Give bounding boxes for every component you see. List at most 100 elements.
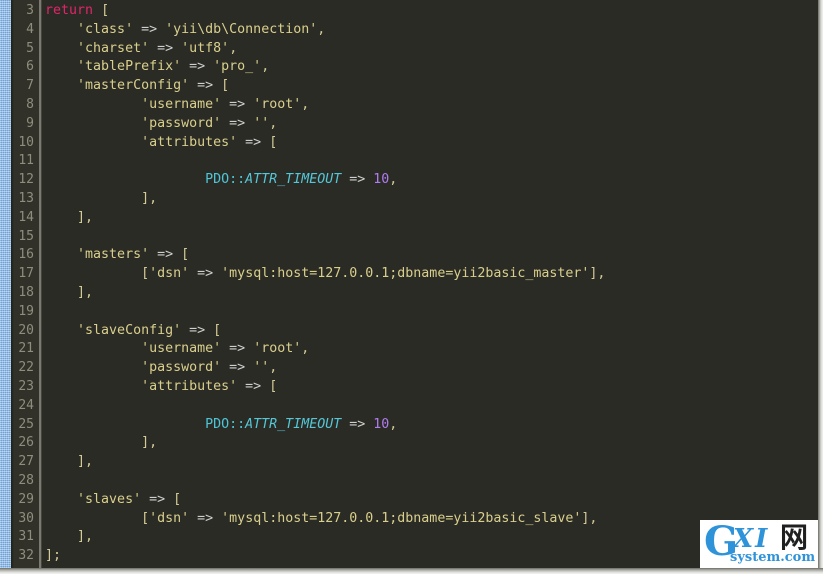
code-line[interactable]: 'masters' => [ bbox=[45, 246, 823, 265]
code-token: [ bbox=[141, 266, 150, 282]
line-number: 15 bbox=[18, 228, 34, 244]
code-token: ], bbox=[141, 190, 158, 206]
line-number: 23 bbox=[18, 378, 34, 394]
code-token: [ bbox=[101, 3, 110, 18]
code-line[interactable]: 'masterConfig' => [ bbox=[45, 77, 823, 96]
code-line[interactable]: 'slaveConfig' => [ bbox=[45, 322, 823, 341]
code-token: , bbox=[229, 40, 238, 56]
code-line[interactable] bbox=[45, 228, 823, 247]
code-token: [ bbox=[221, 78, 230, 94]
line-number: 18 bbox=[18, 284, 34, 300]
line-number-column: 3 4 5 6 7 8 9 10 11 12 13 14 15 16 17 18 19 20 21 22 23 24 25 2… bbox=[0, 0, 38, 566]
line-number: 11 bbox=[18, 153, 34, 169]
code-token: '' bbox=[253, 115, 270, 131]
code-token: 'attributes' bbox=[141, 378, 238, 394]
code-line[interactable]: ], bbox=[45, 453, 823, 472]
code-line[interactable]: PDO::ATTR_TIMEOUT => 10, bbox=[45, 171, 823, 190]
code-line[interactable]: ], bbox=[45, 209, 823, 228]
code-line[interactable]: ], bbox=[45, 190, 823, 209]
code-line[interactable] bbox=[45, 472, 823, 491]
line-number: 9 bbox=[26, 115, 34, 131]
code-token: 'masterConfig' bbox=[77, 78, 190, 94]
code-token: 'root' bbox=[253, 96, 302, 112]
code-token: 'mysql:host=127.0.0.1;dbname=yii2basic_s… bbox=[221, 510, 582, 526]
code-token: 'class' bbox=[77, 21, 134, 37]
code-line[interactable]: ], bbox=[45, 434, 823, 453]
code-line[interactable] bbox=[45, 303, 823, 322]
code-token: => bbox=[349, 416, 366, 432]
line-number: 20 bbox=[18, 322, 34, 338]
code-line[interactable]: 'charset' => 'utf8', bbox=[45, 40, 823, 59]
code-line[interactable]: 'slaves' => [ bbox=[45, 491, 823, 510]
code-token: => bbox=[245, 378, 262, 394]
watermark-letters-xi: XI bbox=[733, 524, 770, 554]
line-number: 5 bbox=[26, 40, 34, 56]
code-token: => bbox=[229, 115, 246, 131]
code-line[interactable]: 'username' => 'root', bbox=[45, 340, 823, 359]
code-token: => bbox=[189, 322, 206, 338]
code-line[interactable]: 'attributes' => [ bbox=[45, 378, 823, 397]
code-line[interactable]: 'class' => 'yii\db\Connection', bbox=[45, 21, 823, 40]
code-line[interactable]: 'password' => '', bbox=[45, 359, 823, 378]
code-line[interactable]: 'tablePrefix' => 'pro_', bbox=[45, 58, 823, 77]
code-text-area[interactable]: return [ 'class' => 'yii\db\Connection',… bbox=[45, 0, 823, 574]
code-line[interactable]: 'attributes' => [ bbox=[45, 134, 823, 153]
line-number: 19 bbox=[18, 303, 34, 319]
code-token: => bbox=[349, 172, 366, 188]
code-token: '' bbox=[253, 360, 270, 376]
line-number: 13 bbox=[18, 190, 34, 206]
line-number: 26 bbox=[18, 435, 34, 451]
code-line[interactable]: PDO::ATTR_TIMEOUT => 10, bbox=[45, 416, 823, 435]
watermark-logo: G XI 网 system.com bbox=[700, 520, 818, 568]
code-token: 'root' bbox=[253, 341, 302, 357]
code-token: => bbox=[197, 266, 214, 282]
code-token: , bbox=[269, 360, 278, 376]
code-token: ], bbox=[589, 266, 606, 282]
code-line[interactable]: return [ bbox=[45, 2, 823, 21]
code-token: , bbox=[301, 96, 310, 112]
code-token: 'slaveConfig' bbox=[77, 322, 182, 338]
line-number: 30 bbox=[18, 510, 34, 526]
code-line[interactable]: 'password' => '', bbox=[45, 115, 823, 134]
line-number: 21 bbox=[18, 341, 34, 357]
code-token: ], bbox=[77, 529, 94, 545]
code-token: => bbox=[189, 59, 206, 75]
line-number: 4 bbox=[26, 21, 34, 37]
code-token: ], bbox=[581, 510, 598, 526]
code-token: ], bbox=[77, 284, 94, 300]
code-line[interactable] bbox=[45, 397, 823, 416]
code-token: , bbox=[269, 115, 278, 131]
code-line[interactable]: 'username' => 'root', bbox=[45, 96, 823, 115]
code-token: [ bbox=[181, 247, 190, 263]
code-token: => bbox=[197, 78, 214, 94]
watermark-cn-char: 网 bbox=[780, 521, 809, 554]
code-token: 'password' bbox=[141, 115, 222, 131]
code-line[interactable] bbox=[45, 152, 823, 171]
code-token: 'tablePrefix' bbox=[77, 59, 182, 75]
code-line[interactable]: ['dsn' => 'mysql:host=127.0.0.1;dbname=y… bbox=[45, 265, 823, 284]
line-number: 16 bbox=[18, 247, 34, 263]
line-number: 6 bbox=[26, 59, 34, 75]
code-line[interactable]: ], bbox=[45, 284, 823, 303]
